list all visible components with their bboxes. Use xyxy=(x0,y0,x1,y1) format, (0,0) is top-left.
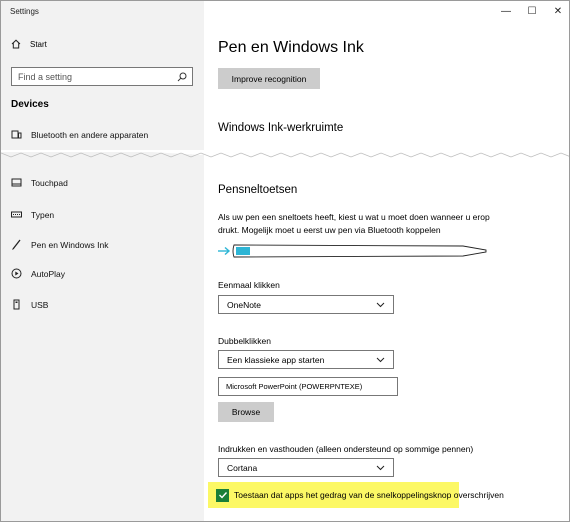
keyboard-icon xyxy=(11,209,22,220)
bluetooth-devices-icon xyxy=(11,129,22,140)
press-hold-value: Cortana xyxy=(227,462,258,473)
single-click-select[interactable]: OneNote xyxy=(218,295,394,314)
close-button[interactable]: ✕ xyxy=(545,1,569,21)
sidebar-item-usb[interactable]: USB xyxy=(11,299,48,310)
sidebar-item-label: Pen en Windows Ink xyxy=(31,239,109,250)
sidebar-item-label: Typen xyxy=(31,209,55,220)
main-content: — ☐ ✕ Pen en Windows Ink Improve recogni… xyxy=(204,1,569,521)
single-click-label: Eenmaal klikken xyxy=(218,280,280,290)
search-input[interactable] xyxy=(12,68,174,85)
chevron-down-icon xyxy=(376,302,385,307)
search-icon[interactable] xyxy=(174,69,190,85)
checkmark-icon xyxy=(218,492,227,499)
home-icon xyxy=(11,39,21,49)
sidebar-item-label: USB xyxy=(31,299,49,310)
settings-window: Settings Start Devices Bluetooth en ande… xyxy=(0,0,570,522)
sidebar-item-pen[interactable]: Pen en Windows Ink xyxy=(11,239,108,250)
press-hold-label: Indrukken en vasthouden (alleen onderste… xyxy=(218,444,474,454)
sidebar: Settings Start Devices Bluetooth en ande… xyxy=(1,1,204,521)
search-box[interactable] xyxy=(11,67,193,86)
section-heading: Devices xyxy=(11,99,49,110)
sidebar-item-label: Bluetooth en andere apparaten xyxy=(31,129,149,140)
browse-button[interactable]: Browse xyxy=(218,402,274,422)
page-title: Pen en Windows Ink xyxy=(218,39,364,56)
improve-recognition-button[interactable]: Improve recognition xyxy=(218,68,320,89)
chevron-down-icon xyxy=(376,465,385,470)
shortcut-description: Als uw pen een sneltoets heeft, kiest u … xyxy=(218,212,490,235)
workspace-heading: Windows Ink-werkruimte xyxy=(218,122,344,134)
window-controls: — ☐ ✕ xyxy=(493,1,569,21)
minimize-button[interactable]: — xyxy=(493,1,519,21)
double-click-select[interactable]: Een klassieke app starten xyxy=(218,350,394,369)
chevron-down-icon xyxy=(376,357,385,362)
sidebar-item-label: AutoPlay xyxy=(31,268,66,279)
single-click-value: OneNote xyxy=(227,299,262,310)
nav-home-label: Start xyxy=(30,39,47,49)
shortcuts-heading: Pensneltoetsen xyxy=(218,184,298,196)
double-click-value: Een klassieke app starten xyxy=(227,354,325,365)
double-click-label: Dubbelklikken xyxy=(218,336,271,346)
autoplay-icon xyxy=(11,268,22,279)
sidebar-item-bluetooth[interactable]: Bluetooth en andere apparaten xyxy=(11,129,148,140)
sidebar-item-autoplay[interactable]: AutoPlay xyxy=(11,268,65,279)
touchpad-icon xyxy=(11,177,22,188)
allow-override-label: Toestaan dat apps het gedrag van de snel… xyxy=(234,490,504,500)
pen-icon xyxy=(11,239,22,250)
sidebar-item-label: Touchpad xyxy=(31,177,68,188)
maximize-button[interactable]: ☐ xyxy=(519,1,545,21)
nav-home[interactable]: Start xyxy=(11,39,47,49)
sidebar-item-touchpad[interactable]: Touchpad xyxy=(11,177,68,188)
window-title: Settings xyxy=(10,7,39,16)
sidebar-item-typen[interactable]: Typen xyxy=(11,209,54,220)
pen-illustration-icon xyxy=(218,244,487,258)
press-hold-select[interactable]: Cortana xyxy=(218,458,394,477)
app-path-field[interactable]: Microsoft PowerPoint (POWERPNTEXE) xyxy=(218,377,398,396)
usb-icon xyxy=(11,299,22,310)
torn-edge-divider xyxy=(1,143,569,165)
allow-override-checkbox[interactable] xyxy=(216,488,229,502)
